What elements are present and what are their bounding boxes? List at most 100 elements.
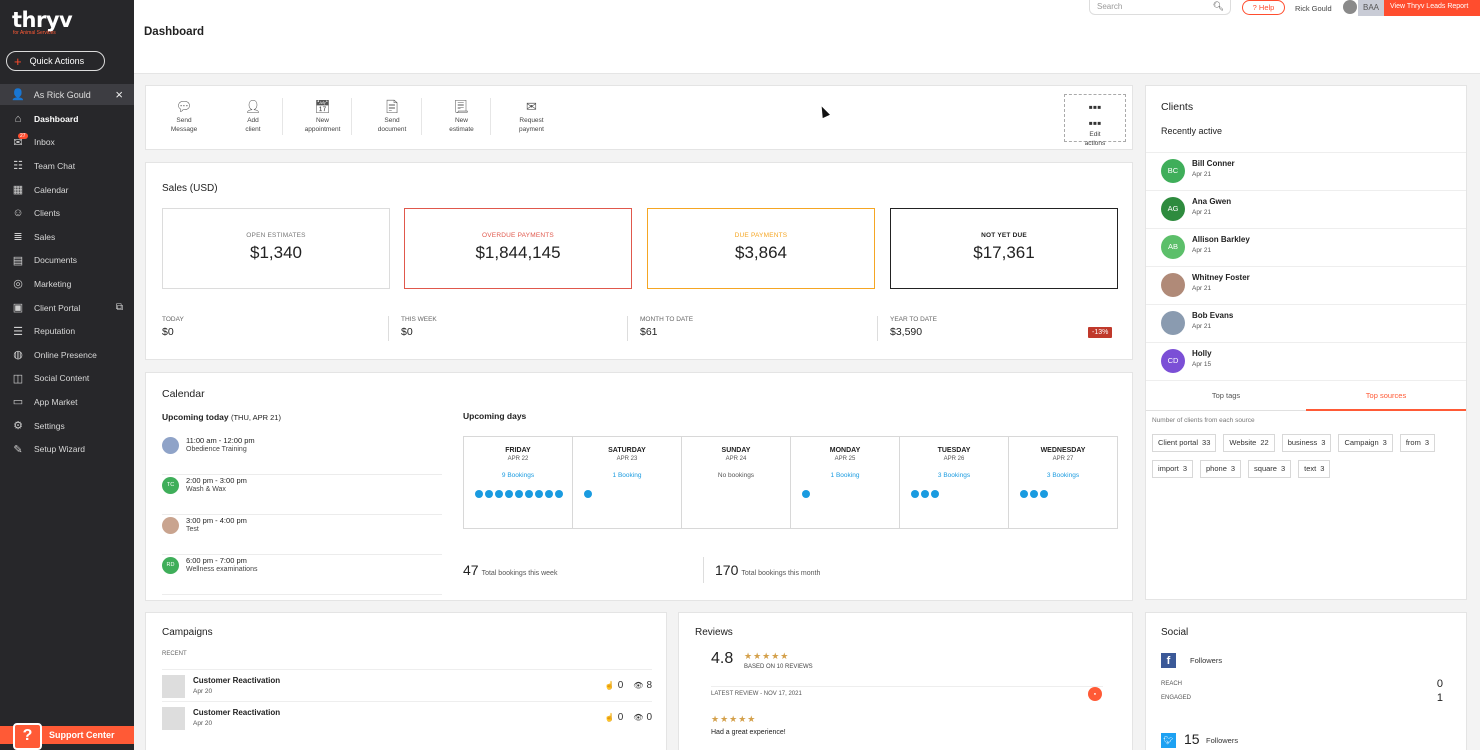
sidebar-item-team-chat[interactable]: ☷ Team Chat — [0, 154, 134, 178]
close-icon[interactable]: × — [115, 87, 123, 102]
avatar[interactable] — [1343, 0, 1357, 14]
booking-dot[interactable] — [555, 490, 563, 498]
booking-dot[interactable] — [921, 490, 929, 498]
action-send-message[interactable]: 💬︎ Send Message — [155, 98, 213, 135]
source-chip[interactable]: phone 3 — [1200, 460, 1242, 478]
event-item[interactable]: RD 6:00 pm - 7:00 pm Wellness examinations — [162, 555, 442, 595]
booking-dot[interactable] — [1030, 490, 1038, 498]
source-chip[interactable]: text 3 — [1298, 460, 1331, 478]
support-center-button[interactable]: ? Support Center — [0, 723, 134, 750]
sidebar-item-inbox[interactable]: ✉ Inbox 27 — [0, 131, 134, 155]
day-column[interactable]: WEDNESDAY APR 27 3 Bookings — [1009, 437, 1117, 528]
booking-dot[interactable] — [911, 490, 919, 498]
booking-dot[interactable] — [485, 490, 493, 498]
day-column[interactable]: SUNDAY APR 24 No bookings — [682, 437, 791, 528]
sidebar-item-social-content[interactable]: ◫ Social Content — [0, 367, 134, 391]
booking-dot[interactable] — [505, 490, 513, 498]
user-name[interactable]: Rick Gould — [1295, 4, 1332, 13]
booking-dot[interactable] — [584, 490, 592, 498]
sidebar-item-label: Calendar — [34, 184, 69, 195]
view-leads-report-button[interactable]: View Thryv Leads Report — [1384, 0, 1480, 16]
tab-top-sources[interactable]: Top sources — [1306, 381, 1466, 411]
source-chip[interactable]: Website 22 — [1223, 434, 1275, 452]
campaign-row[interactable]: Customer Reactivation Apr 20 ☝ 0 👁︎ 0 — [162, 701, 652, 731]
sidebar-item-sales[interactable]: ≣ Sales — [0, 225, 134, 249]
edit-actions-button[interactable]: ▪▪▪ ▪▪▪ Edit actions — [1064, 94, 1126, 147]
not-yet-due-card[interactable]: NOT YET DUE $17,361 — [890, 208, 1118, 289]
sidebar-item-reputation[interactable]: ☰ Reputation — [0, 319, 134, 343]
sidebar-item-setup-wizard[interactable]: ✎ Setup Wizard — [0, 437, 134, 461]
tab-top-tags[interactable]: Top tags — [1146, 381, 1306, 411]
source-chip[interactable]: square 3 — [1248, 460, 1292, 478]
logo-wordmark: thryv — [12, 8, 73, 32]
client-date: Apr 21 — [1192, 247, 1212, 254]
bookings-link[interactable]: 3 Bookings — [900, 472, 1008, 479]
event-item[interactable]: 11:00 am - 12:00 pm Obedience Training — [162, 435, 442, 475]
external-link-icon[interactable]: ⧉ — [116, 302, 123, 313]
source-chip[interactable]: from 3 — [1399, 434, 1435, 452]
client-row[interactable]: Whitney Foster Apr 21 — [1146, 266, 1466, 304]
client-row[interactable]: Bob Evans Apr 21 — [1146, 304, 1466, 342]
client-row[interactable]: AB Allison Barkley Apr 21 — [1146, 228, 1466, 266]
action-send-document[interactable]: 📄︎ Send document — [364, 98, 422, 135]
booking-dot[interactable] — [475, 490, 483, 498]
due-payments-card[interactable]: DUE PAYMENTS $3,864 — [647, 208, 875, 289]
search-icon[interactable]: 🔍︎ — [1213, 1, 1224, 12]
booking-dot[interactable] — [545, 490, 553, 498]
sidebar-item-online-presence[interactable]: ◍ Online Presence — [0, 343, 134, 367]
help-button[interactable]: ? Help — [1242, 0, 1285, 15]
event-item[interactable]: TC 2:00 pm - 3:00 pm Wash & Wax — [162, 475, 442, 515]
event-item[interactable]: 3:00 pm - 4:00 pm Test — [162, 515, 442, 555]
source-count: 3 — [1280, 464, 1286, 473]
source-chip[interactable]: import 3 — [1152, 460, 1194, 478]
day-column[interactable]: SATURDAY APR 23 1 Booking — [573, 437, 682, 528]
bookings-link[interactable]: 3 Bookings — [1009, 472, 1117, 479]
thryv-logo[interactable]: thryv for Animal Services — [12, 8, 73, 36]
booking-dot[interactable] — [535, 490, 543, 498]
booking-dot[interactable] — [1040, 490, 1048, 498]
sidebar-item-settings[interactable]: ⚙ Settings — [0, 414, 134, 438]
account-initials[interactable]: BAA — [1358, 0, 1384, 16]
search-input[interactable]: Search 🔍︎ — [1089, 0, 1231, 15]
day-column[interactable]: MONDAY APR 25 1 Booking — [791, 437, 900, 528]
action-request-payment[interactable]: ✉ Request payment — [503, 98, 561, 135]
day-date: APR 23 — [616, 456, 638, 462]
client-row[interactable]: BC Bill Conner Apr 21 — [1146, 152, 1466, 190]
action-new-appointment[interactable]: 📅︎ New appointment — [294, 98, 352, 135]
booking-dot[interactable] — [495, 490, 503, 498]
sidebar-item-client-portal[interactable]: ▣ Client Portal ⧉ — [0, 296, 134, 320]
booking-dot[interactable] — [515, 490, 523, 498]
quick-actions-button[interactable]: + Quick Actions — [6, 51, 105, 71]
bookings-link[interactable]: 9 Bookings — [464, 472, 572, 479]
source-chip[interactable]: Client portal 33 — [1152, 434, 1217, 452]
client-row[interactable]: CD Holly Apr 15 — [1146, 342, 1466, 380]
day-column[interactable]: TUESDAY APR 26 3 Bookings — [900, 437, 1009, 528]
sidebar-item-marketing[interactable]: ◎ Marketing — [0, 272, 134, 296]
action-label-1: Send — [176, 117, 192, 124]
source-chip[interactable]: business 3 — [1281, 434, 1332, 452]
client-row[interactable]: AG Ana Gwen Apr 21 — [1146, 190, 1466, 228]
open-estimates-card[interactable]: OPEN ESTIMATES $1,340 — [162, 208, 390, 289]
sidebar-item-documents[interactable]: ▤ Documents — [0, 249, 134, 273]
sidebar-item-clients[interactable]: ☺ Clients — [0, 201, 134, 225]
sidebar-item-app-market[interactable]: ▭ App Market — [0, 390, 134, 414]
sidebar-item-dashboard[interactable]: ⌂ Dashboard — [0, 107, 134, 131]
help-icon: ? — [13, 723, 42, 750]
quick-actions-label: Quick Actions — [29, 56, 85, 66]
edit-actions-label-1: Edit — [1089, 131, 1101, 139]
action-new-estimate[interactable]: 📃︎ New estimate — [433, 98, 491, 135]
action-add-client[interactable]: 👤︎ Add client — [225, 98, 283, 135]
overdue-payments-card[interactable]: OVERDUE PAYMENTS $1,844,145 — [404, 208, 632, 289]
campaign-row[interactable]: Customer Reactivation Apr 20 ☝ 0 👁︎ 8 — [162, 669, 652, 699]
booking-dot[interactable] — [1020, 490, 1028, 498]
day-column[interactable]: FRIDAY APR 22 9 Bookings — [464, 437, 573, 528]
source-chip[interactable]: Campaign 3 — [1338, 434, 1393, 452]
booking-dots — [911, 490, 1001, 498]
bookings-link[interactable]: 1 Booking — [573, 472, 681, 479]
sidebar-item-calendar[interactable]: ▦ Calendar — [0, 178, 134, 202]
bookings-link[interactable]: 1 Booking — [791, 472, 899, 479]
booking-dot[interactable] — [525, 490, 533, 498]
booking-dot[interactable] — [931, 490, 939, 498]
booking-dot[interactable] — [802, 490, 810, 498]
latest-review-text[interactable]: Had a great experience! — [711, 729, 786, 736]
